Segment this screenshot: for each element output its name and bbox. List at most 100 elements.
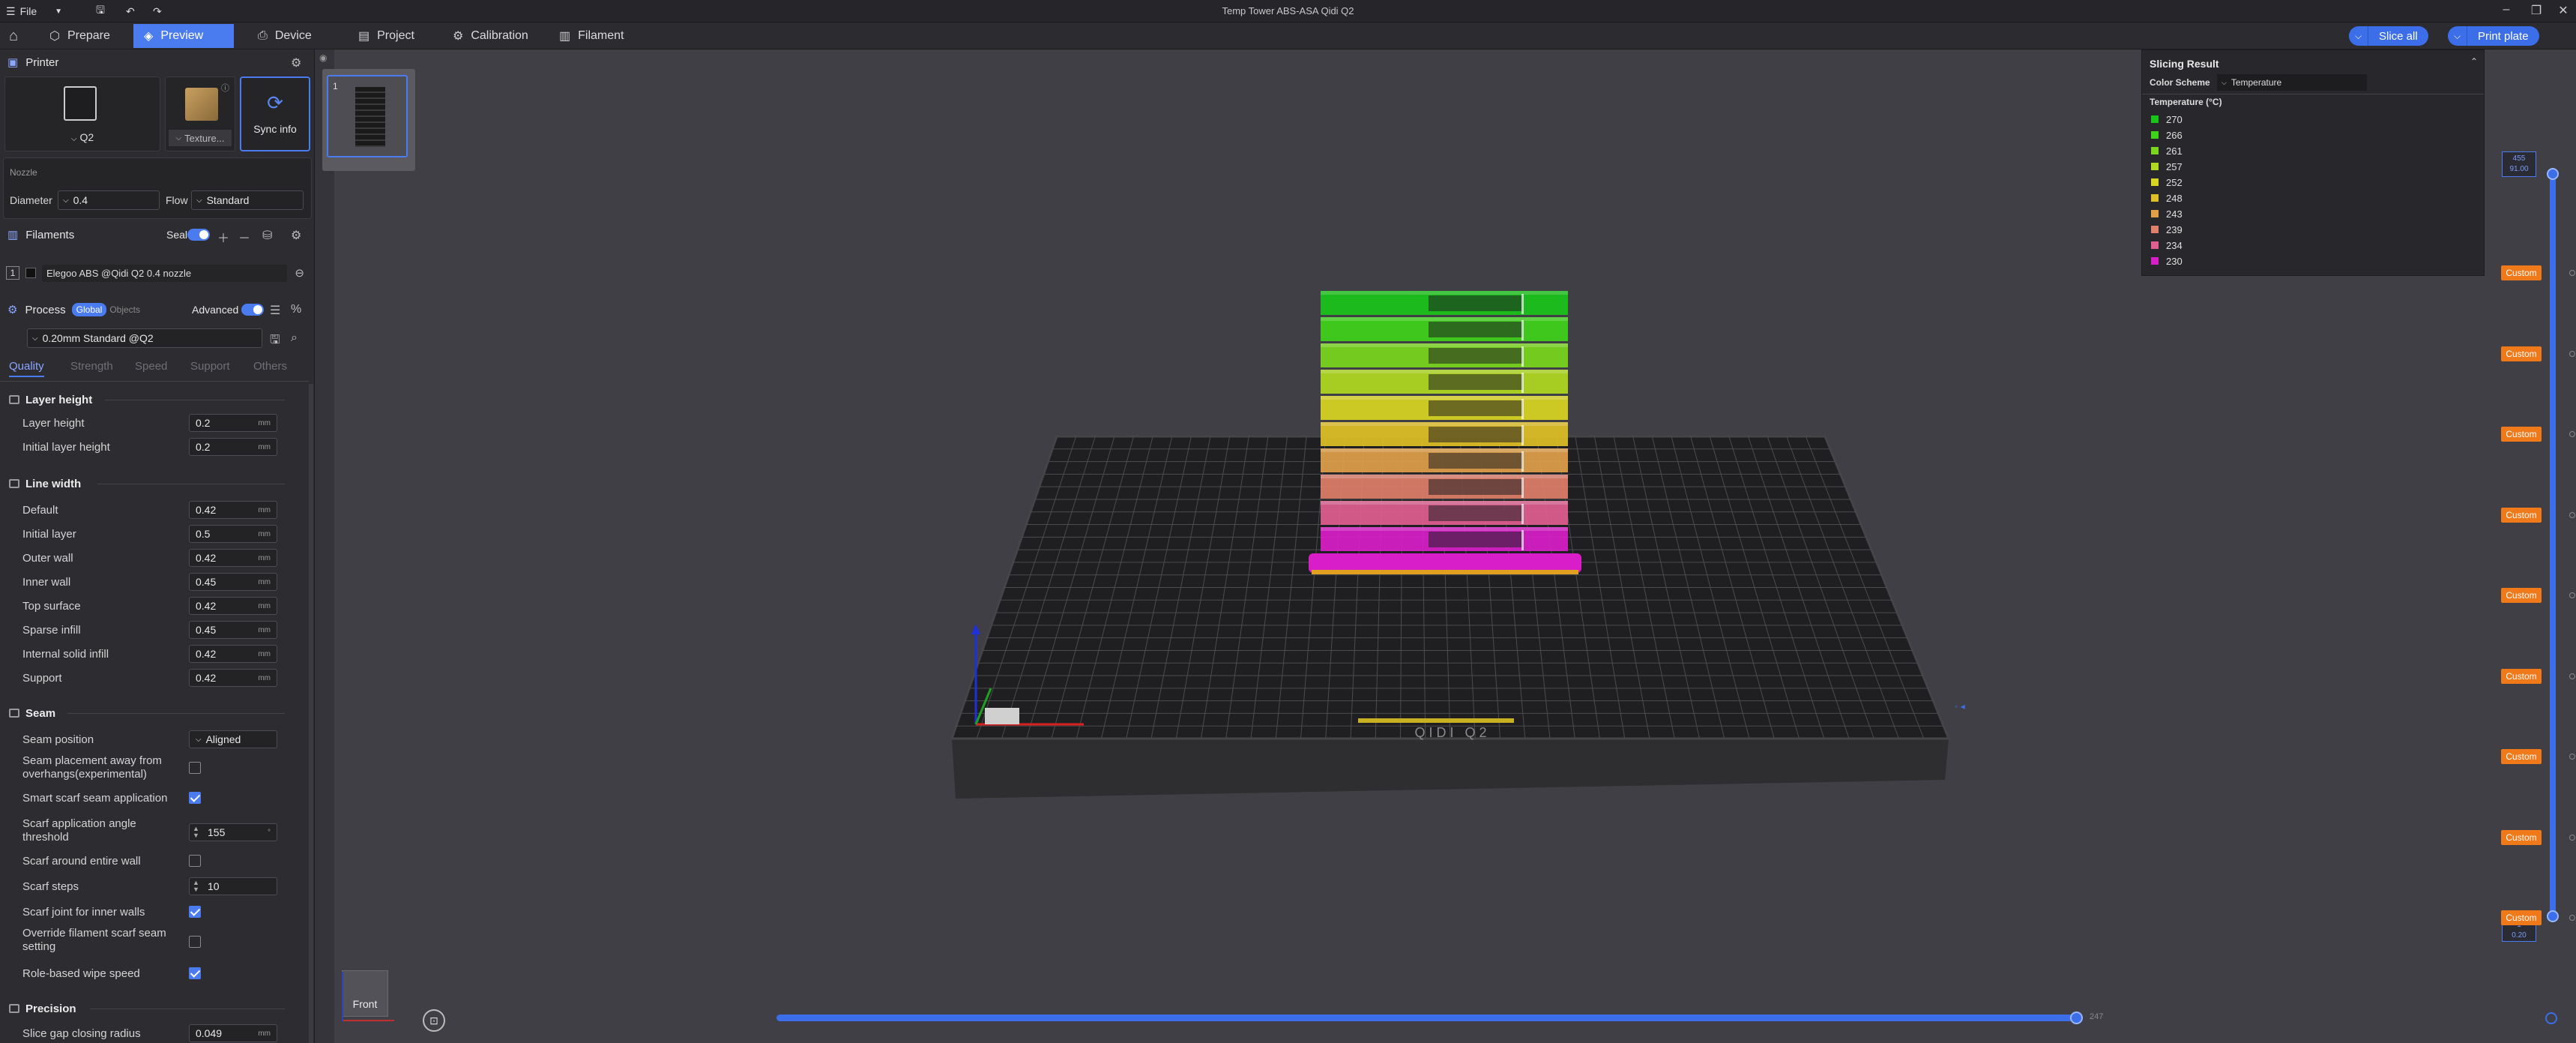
calibration-icon: ⚙: [453, 30, 464, 43]
slice-gap-input[interactable]: 0.049 mm: [189, 1024, 277, 1042]
custom-gcode-tag[interactable]: Custom: [2501, 507, 2542, 523]
tab-strength[interactable]: Strength: [70, 360, 113, 373]
chevron-down-icon[interactable]: ⌵: [2349, 26, 2368, 46]
custom-gcode-tag[interactable]: Custom: [2501, 265, 2542, 280]
layer-slider-top-handle[interactable]: [2547, 168, 2559, 180]
tab-speed[interactable]: Speed: [135, 360, 167, 373]
search-icon[interactable]: ⌕: [291, 331, 298, 345]
custom-gcode-tag[interactable]: Custom: [2501, 668, 2542, 684]
move-slider-track[interactable]: [776, 1015, 2082, 1021]
custom-gcode-dot[interactable]: [2569, 511, 2575, 518]
tab-filament[interactable]: ▥ Filament: [549, 24, 634, 48]
close-icon[interactable]: ✕: [2553, 3, 2574, 19]
custom-gcode-tag[interactable]: Custom: [2501, 427, 2542, 442]
custom-gcode-dot[interactable]: [2569, 592, 2575, 598]
custom-gcode-dot[interactable]: [2569, 754, 2575, 760]
custom-gcode-dot[interactable]: [2569, 350, 2575, 357]
seam-away-overhangs-checkbox[interactable]: [189, 762, 201, 774]
scarf-angle-input[interactable]: ▲ ▼ 155 °: [189, 823, 277, 841]
collapse-icon[interactable]: ⌃: [2470, 56, 2478, 67]
tab-others[interactable]: Others: [253, 360, 287, 373]
custom-gcode-tag[interactable]: Custom: [2501, 588, 2542, 603]
custom-gcode-tag[interactable]: Custom: [2501, 829, 2542, 845]
home-button[interactable]: ⌂: [0, 24, 27, 48]
custom-gcode-dot[interactable]: [2569, 673, 2575, 679]
printer-model-card[interactable]: ⌵ Q2: [4, 76, 160, 151]
custom-gcode-dot[interactable]: [2569, 915, 2575, 921]
process-objects-tab[interactable]: Objects: [109, 304, 140, 315]
tab-project[interactable]: ▤ Project: [348, 24, 425, 48]
custom-gcode-dot[interactable]: [2569, 834, 2575, 841]
tab-prepare[interactable]: ⬡ Prepare: [39, 24, 121, 48]
custom-gcode-tag[interactable]: Custom: [2501, 346, 2542, 361]
print-plate-button[interactable]: ⌵ Print plate: [2448, 26, 2539, 46]
minimize-icon[interactable]: –: [2496, 3, 2517, 19]
legend-value: 270: [2166, 113, 2183, 125]
chevron-down-icon[interactable]: ⌵: [2448, 26, 2467, 46]
flow-select[interactable]: ⌵ Standard: [191, 190, 304, 210]
color-scheme-select[interactable]: ⌵ Temperature: [2217, 74, 2367, 91]
stepper-icon[interactable]: ▲ ▼: [193, 880, 199, 893]
edit-filament-icon[interactable]: ⊖: [295, 266, 304, 280]
view-cube-face[interactable]: Front: [342, 970, 388, 1017]
lw-outer-wall-input[interactable]: 0.42 mm: [189, 549, 277, 567]
advanced-toggle[interactable]: [241, 304, 264, 316]
scarf-inner-walls-checkbox[interactable]: [189, 906, 201, 918]
tab-device[interactable]: ⎙ Device: [247, 24, 322, 48]
plate-type-selector[interactable]: ⌵ Texture...: [169, 130, 232, 146]
info-icon[interactable]: ⓘ: [221, 82, 229, 94]
add-icon[interactable]: ＋: [217, 228, 229, 246]
lw-internal-solid-infill-input[interactable]: 0.42 mm: [189, 645, 277, 663]
custom-gcode-dot[interactable]: [2569, 431, 2575, 437]
layer-height-input[interactable]: 0.2 mm: [189, 414, 277, 432]
camera-icon[interactable]: ⊡: [423, 1009, 445, 1032]
percent-icon[interactable]: %: [291, 303, 301, 316]
override-scarf-checkbox[interactable]: [189, 936, 201, 948]
tower-bridge-post: [1521, 373, 1524, 393]
list-icon[interactable]: ☰: [270, 303, 280, 318]
slice-all-button[interactable]: ⌵ Slice all: [2349, 26, 2428, 46]
process-global-tab[interactable]: Global: [71, 303, 107, 316]
filament-name[interactable]: Elegoo ABS @Qidi Q2 0.4 nozzle: [42, 264, 288, 282]
filament-row[interactable]: 1 Elegoo ABS @Qidi Q2 0.4 nozzle ⊖: [6, 262, 304, 283]
lw-inner-wall-input[interactable]: 0.45 mm: [189, 573, 277, 591]
lw-default-input[interactable]: 0.42 mm: [189, 501, 277, 519]
move-slider-handle[interactable]: [2070, 1012, 2083, 1024]
role-based-wipe-checkbox[interactable]: [189, 967, 201, 979]
gear-icon[interactable]: ⚙: [291, 55, 301, 70]
custom-gcode-tag[interactable]: Custom: [2501, 910, 2542, 925]
process-preset-select[interactable]: ⌵ 0.20mm Standard @Q2: [27, 328, 262, 348]
tab-preview[interactable]: ◈ Preview: [133, 24, 234, 48]
view-cube[interactable]: Front: [339, 964, 394, 1027]
settings-icon[interactable]: [2545, 1012, 2557, 1024]
scarf-entire-wall-checkbox[interactable]: [189, 855, 201, 867]
seam-position-select[interactable]: ⌵ Aligned: [189, 730, 277, 748]
filament-color-swatch[interactable]: [25, 268, 36, 278]
seal-toggle[interactable]: [187, 229, 210, 241]
remove-icon[interactable]: －: [238, 228, 250, 246]
gear-icon[interactable]: ⚙: [291, 228, 301, 243]
stepper-icon[interactable]: ▲ ▼: [193, 826, 199, 839]
maximize-icon[interactable]: ❐: [2526, 3, 2547, 19]
sync-filament-icon[interactable]: ⛁: [262, 228, 272, 243]
sync-info-button[interactable]: ⟳ Sync info: [240, 76, 310, 151]
custom-gcode-dot[interactable]: [2569, 270, 2575, 276]
lw-support-input[interactable]: 0.42 mm: [189, 669, 277, 687]
diameter-select[interactable]: ⌵ 0.4: [58, 190, 160, 210]
layer-slider-track[interactable]: [2550, 174, 2556, 919]
collapse-icon[interactable]: ◉: [319, 52, 327, 63]
plate-type-card[interactable]: ⓘ ⌵ Texture...: [165, 76, 235, 151]
smart-scarf-checkbox[interactable]: [189, 792, 201, 804]
initial-layer-height-input[interactable]: 0.2 mm: [189, 438, 277, 456]
scarf-steps-input[interactable]: ▲ ▼ 10: [189, 877, 277, 895]
lw-top-surface-input[interactable]: 0.42 mm: [189, 597, 277, 615]
tab-calibration[interactable]: ⚙ Calibration: [442, 24, 539, 48]
lw-sparse-infill-input[interactable]: 0.45 mm: [189, 621, 277, 639]
layer-slider-bottom-handle[interactable]: [2547, 910, 2559, 922]
lw-initial-layer-input[interactable]: 0.5 mm: [189, 525, 277, 543]
custom-gcode-tag[interactable]: Custom: [2501, 749, 2542, 764]
tab-quality[interactable]: Quality: [9, 360, 44, 377]
save-preset-icon[interactable]: 🖫: [270, 331, 280, 352]
scrollbar[interactable]: [309, 384, 313, 1043]
tab-support[interactable]: Support: [190, 360, 230, 373]
